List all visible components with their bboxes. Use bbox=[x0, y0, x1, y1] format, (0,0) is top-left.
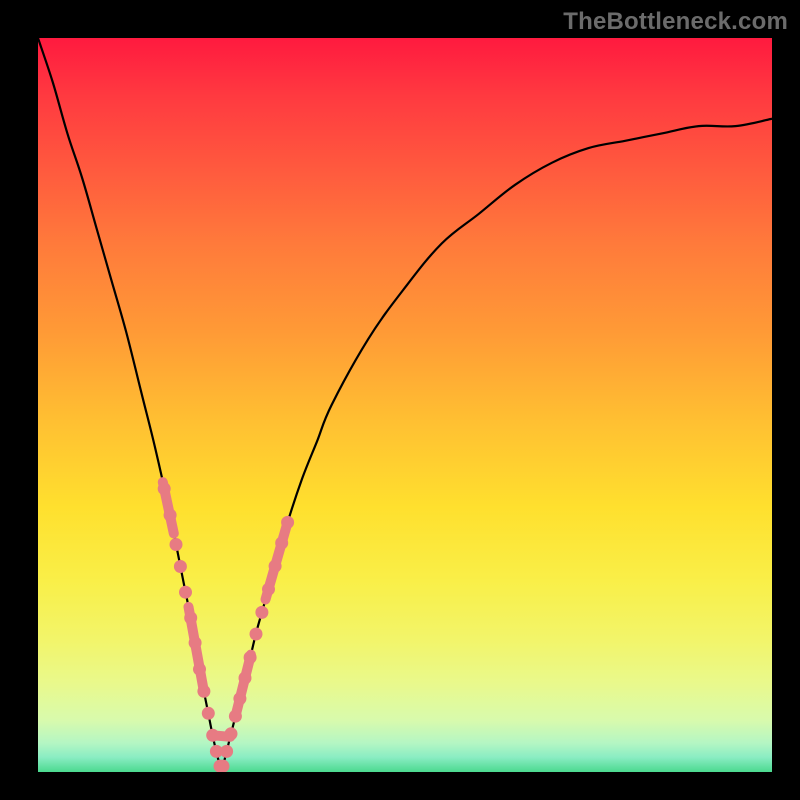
highlight-dot bbox=[250, 628, 263, 641]
highlight-dot bbox=[217, 760, 230, 772]
highlight-dot bbox=[220, 745, 233, 758]
highlight-segment bbox=[213, 735, 231, 737]
highlight-segment bbox=[266, 522, 288, 599]
watermark-text: TheBottleneck.com bbox=[563, 8, 788, 36]
highlight-dot bbox=[255, 606, 268, 619]
highlight-dot bbox=[170, 538, 183, 551]
plot-area bbox=[38, 38, 772, 772]
highlight-markers bbox=[158, 482, 294, 772]
chart-svg bbox=[38, 38, 772, 772]
highlight-segment bbox=[236, 655, 251, 714]
highlight-dot bbox=[202, 707, 215, 720]
highlight-segment bbox=[163, 482, 174, 533]
highlight-dot bbox=[179, 586, 192, 599]
curve-right bbox=[222, 119, 773, 772]
highlight-dot bbox=[174, 560, 187, 573]
chart-frame: TheBottleneck.com bbox=[0, 0, 800, 800]
